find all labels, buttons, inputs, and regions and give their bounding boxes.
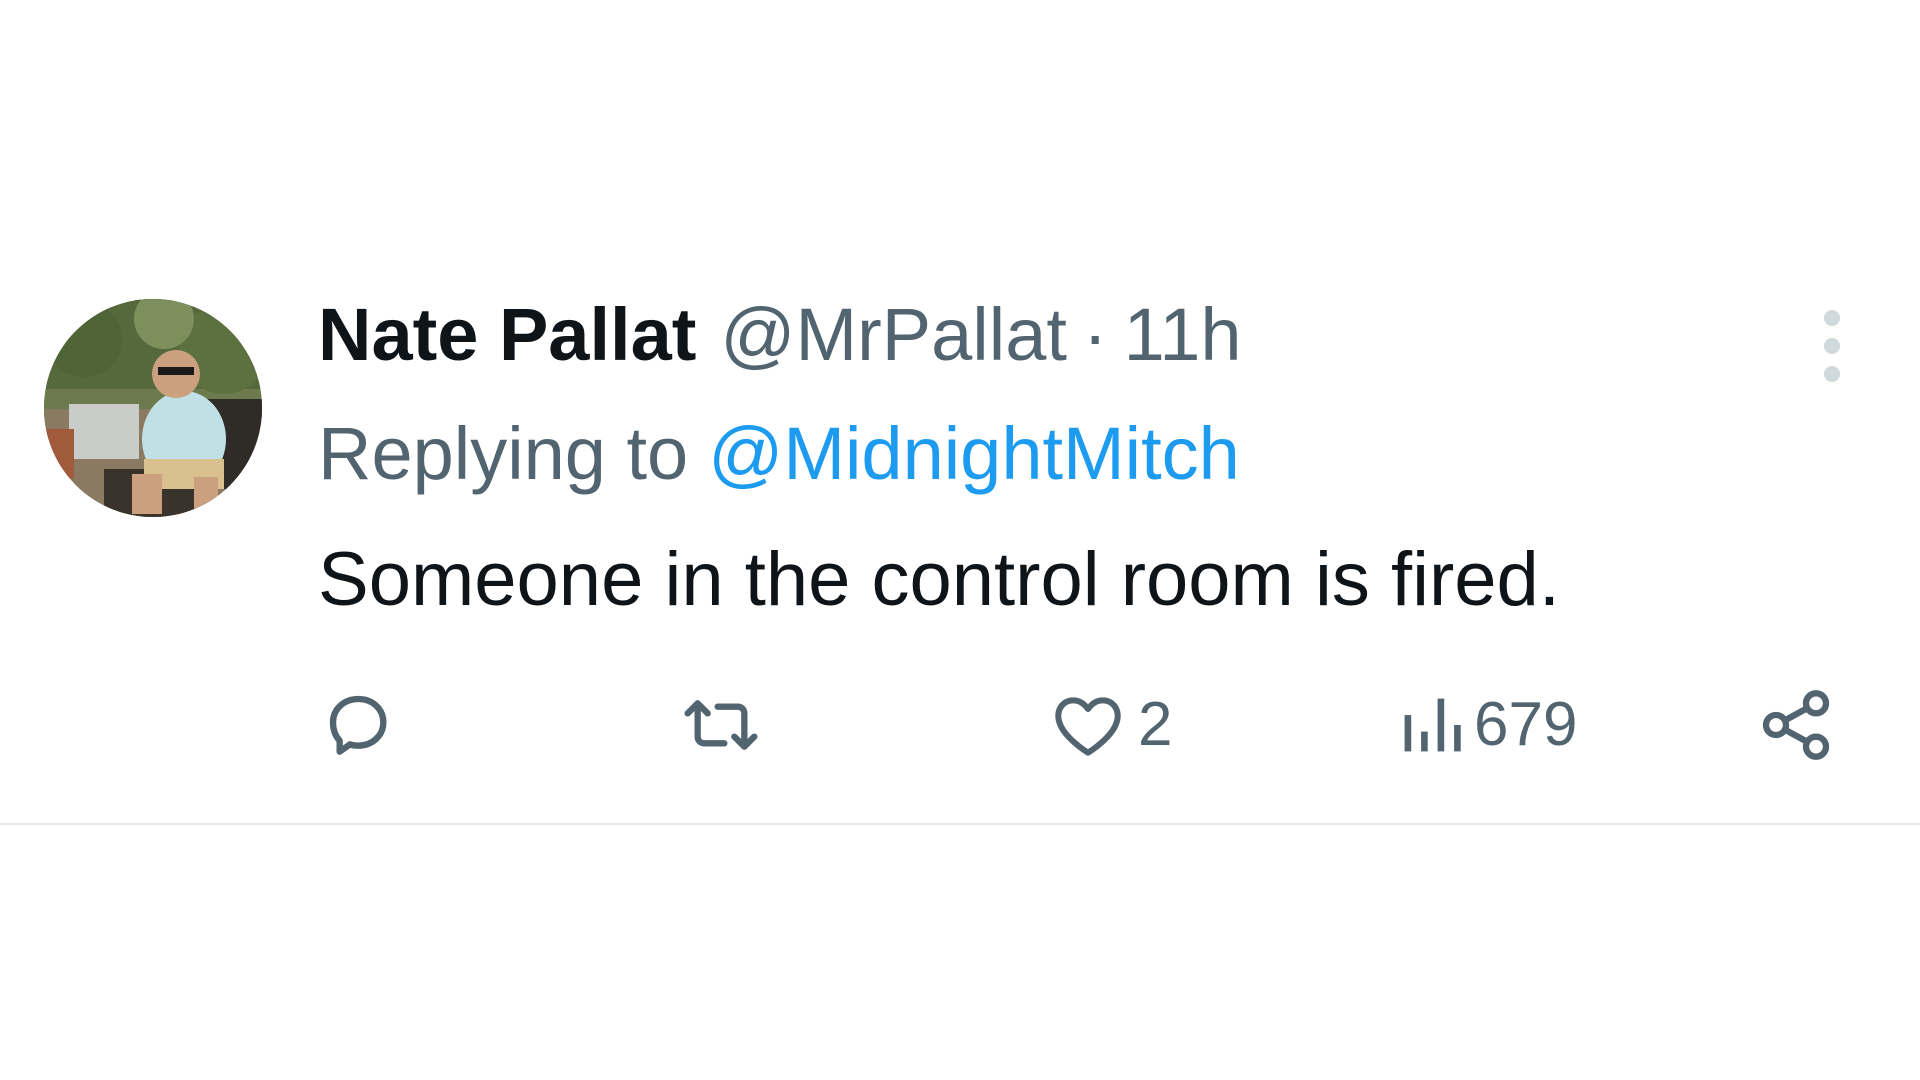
views-button[interactable]: 679 — [1398, 680, 1577, 770]
author-display-name[interactable]: Nate Pallat — [318, 290, 696, 380]
views-count: 679 — [1474, 690, 1578, 759]
share-button[interactable] — [1756, 680, 1836, 770]
share-icon — [1762, 690, 1830, 760]
like-count: 2 — [1138, 690, 1173, 759]
heart-icon — [1055, 697, 1121, 756]
more-options-button[interactable] — [1810, 302, 1854, 390]
retweet-icon — [684, 700, 758, 750]
tweet-timestamp[interactable]: 11h — [1124, 290, 1242, 380]
replying-to-line: Replying to @MidnightMitch — [318, 409, 1240, 499]
tweet-text: Someone in the control room is fired. — [318, 537, 1560, 622]
page: Nate Pallat @MrPallat · 11h Replying to @… — [0, 0, 1920, 1080]
author-handle[interactable]: @MrPallat — [720, 290, 1067, 380]
replying-to-label: Replying to — [318, 412, 689, 495]
reply-button[interactable] — [318, 680, 398, 770]
retweet-button[interactable] — [676, 680, 766, 770]
reply-target-link[interactable]: @MidnightMitch — [708, 412, 1240, 495]
avatar-photo — [44, 299, 262, 517]
vertical-ellipsis-icon — [1824, 310, 1840, 382]
reply-bubble-icon — [329, 695, 387, 755]
like-button[interactable]: 2 — [1048, 680, 1172, 770]
avatar[interactable] — [44, 299, 262, 517]
separator-dot: · — [1082, 293, 1108, 376]
views-bar-chart-icon — [1404, 698, 1461, 752]
tweet-card[interactable]: Nate Pallat @MrPallat · 11h Replying to @… — [0, 0, 1920, 825]
tweet-header: Nate Pallat @MrPallat · 11h — [318, 290, 1242, 380]
